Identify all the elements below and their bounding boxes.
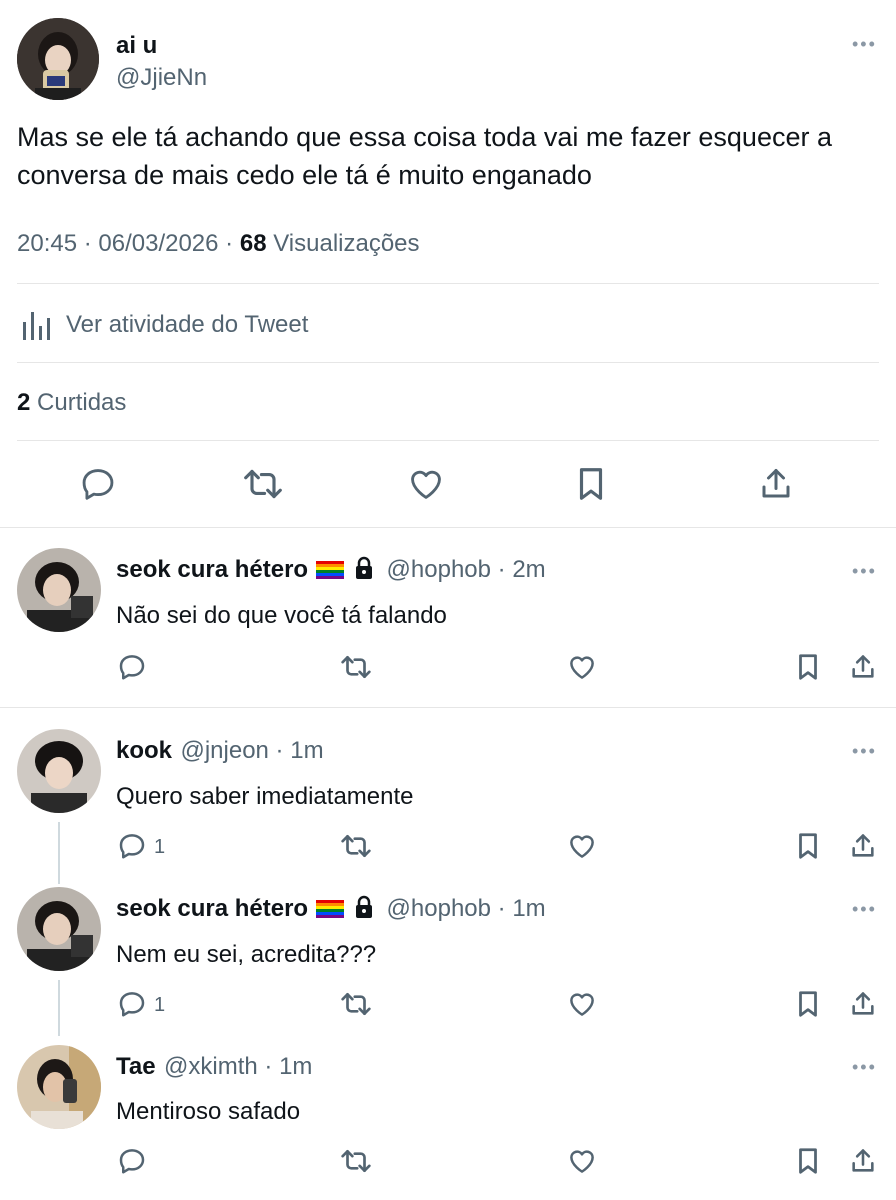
tweet-timestamp[interactable]: 20:45 · 06/03/2026 ·: [17, 230, 240, 257]
bookmark-icon[interactable]: [793, 1146, 823, 1176]
reply-header: seok cura hétero @hophob · 1m: [116, 895, 546, 924]
lock-icon: [354, 556, 374, 585]
reply-count: 1: [154, 994, 166, 1016]
likes-count: 2: [17, 389, 31, 416]
tweet-text: Mas se ele tá achando que essa coisa tod…: [17, 122, 832, 190]
share-icon[interactable]: [848, 831, 878, 861]
share-icon[interactable]: [756, 464, 796, 504]
more-icon[interactable]: •••: [852, 561, 877, 582]
bookmark-icon[interactable]: [793, 831, 823, 861]
display-name[interactable]: Tae: [116, 1053, 156, 1080]
display-name[interactable]: seok cura hétero: [116, 895, 308, 922]
avatar[interactable]: [17, 548, 101, 632]
display-name[interactable]: kook: [116, 737, 172, 764]
more-icon[interactable]: •••: [852, 1057, 877, 1078]
views-count: 68: [239, 230, 267, 257]
divider: [0, 707, 896, 708]
reply-text: Mentiroso safado: [116, 1098, 301, 1125]
avatar[interactable]: [17, 887, 101, 971]
tweet-meta: 20:45 · 06/03/2026 · 68 Visualizações: [17, 230, 420, 258]
more-icon[interactable]: •••: [852, 741, 877, 762]
retweet-icon[interactable]: [338, 1146, 374, 1176]
bookmark-icon[interactable]: [793, 989, 823, 1019]
display-name[interactable]: ai u: [116, 32, 157, 60]
avatar[interactable]: [17, 1045, 101, 1129]
retweet-icon[interactable]: [338, 989, 374, 1019]
avatar[interactable]: [17, 729, 101, 813]
views-label: Visualizações: [273, 230, 420, 257]
retweet-icon[interactable]: [338, 652, 374, 682]
heart-icon[interactable]: [406, 464, 446, 504]
reply-header: kook @jnjeon · 1m: [116, 737, 324, 765]
analytics-icon: [20, 308, 54, 342]
reply-text: Quero saber imediatamente: [116, 783, 414, 810]
heart-icon[interactable]: [566, 989, 598, 1019]
reply-header: Tae @xkimth · 1m: [116, 1053, 312, 1081]
share-icon[interactable]: [848, 989, 878, 1019]
user-handle[interactable]: @hophob · 1m: [387, 895, 546, 922]
more-icon[interactable]: •••: [852, 34, 877, 55]
likes-summary[interactable]: 2 Curtidas: [17, 389, 126, 417]
reply-count: 1: [154, 836, 166, 858]
reply-icon[interactable]: [116, 652, 148, 682]
thread-line: [58, 822, 60, 884]
divider: [0, 527, 896, 528]
thread-line: [58, 980, 60, 1036]
reply-icon[interactable]: [78, 464, 118, 504]
heart-icon[interactable]: [566, 831, 598, 861]
user-handle[interactable]: @JjieNn: [116, 64, 207, 92]
share-icon[interactable]: [848, 652, 878, 682]
heart-icon[interactable]: [566, 652, 598, 682]
retweet-icon[interactable]: [240, 464, 286, 504]
divider: [17, 283, 879, 284]
bookmark-icon[interactable]: [571, 464, 611, 504]
reply-icon[interactable]: [116, 1146, 148, 1176]
divider: [17, 440, 879, 441]
avatar[interactable]: [17, 18, 99, 100]
view-activity-link[interactable]: Ver atividade do Tweet: [20, 305, 308, 345]
share-icon[interactable]: [848, 1146, 878, 1176]
retweet-icon[interactable]: [338, 831, 374, 861]
reply-icon[interactable]: [116, 989, 148, 1019]
display-name[interactable]: seok cura hétero: [116, 556, 308, 583]
reply-text: Não sei do que você tá falando: [116, 602, 447, 629]
user-handle[interactable]: @jnjeon · 1m: [180, 737, 323, 764]
lock-icon: [354, 895, 374, 924]
reply-icon[interactable]: [116, 831, 148, 861]
likes-label: Curtidas: [37, 389, 127, 416]
reply-header: seok cura hétero @hophob · 2m: [116, 556, 546, 585]
user-handle[interactable]: @xkimth · 1m: [164, 1053, 312, 1080]
more-icon[interactable]: •••: [852, 899, 877, 920]
view-activity-label: Ver atividade do Tweet: [66, 311, 309, 338]
bookmark-icon[interactable]: [793, 652, 823, 682]
divider: [17, 362, 879, 363]
rainbow-flag-icon: [316, 900, 345, 918]
rainbow-flag-icon: [316, 561, 345, 579]
reply-text: Nem eu sei, acredita???: [116, 941, 377, 968]
heart-icon[interactable]: [566, 1146, 598, 1176]
user-handle[interactable]: @hophob · 2m: [387, 556, 546, 583]
